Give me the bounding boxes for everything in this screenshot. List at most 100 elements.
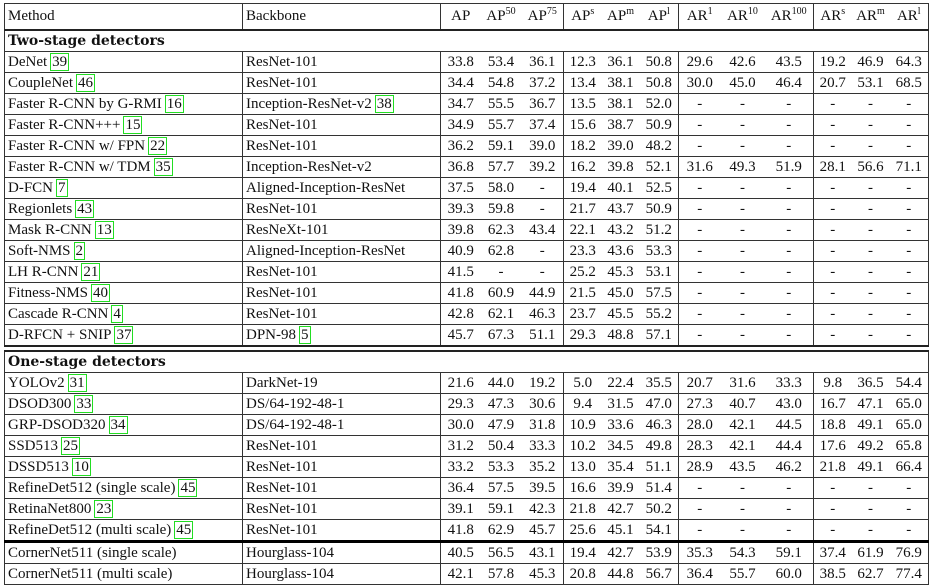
metric-value: 40.7 [720,393,765,415]
citation-link[interactable]: 39 [50,52,70,71]
citation-link[interactable]: 22 [148,136,168,155]
citation-link[interactable]: 15 [123,115,143,134]
metric-value: - [764,261,814,283]
metric-value: 36.7 [521,93,564,115]
metric-base: AR [770,8,792,24]
citation-link[interactable]: 21 [81,262,101,281]
metric-value: 46.3 [639,414,679,436]
metric-value: 57.7 [480,156,522,178]
metric-value: - [889,93,929,115]
column-header-backbone: Backbone [242,3,441,31]
metric-value: 45.7 [521,519,564,542]
metric-value: - [764,114,814,136]
citation-link[interactable]: 4 [111,304,123,323]
metric-value: 39.9 [601,477,640,499]
citation-link[interactable]: 13 [94,220,114,239]
metric-superscript: m [877,6,885,17]
table-row: DSOD300 33 DS/64-192-48-1 29.3 47.3 30.6 9.4 31… [4,393,929,415]
metric-value: 49.8 [639,435,679,457]
metric-value: - [813,282,852,304]
metric-value: - [678,477,721,499]
metric-value: - [813,219,852,241]
metric-value: - [720,177,765,199]
table-row: Faster R-CNN+++ 15 ResNet-101 34.9 55.7 37.4 1… [4,114,929,136]
metric-value: 45.5 [601,303,640,325]
metric-base: AR [686,8,708,24]
backbone-cell: Hourglass-104 [242,540,441,564]
metric-value: 29.3 [440,393,481,415]
citation-link[interactable]: 7 [56,178,68,197]
citation-link[interactable]: 37 [114,325,134,344]
metric-value: - [764,177,814,199]
backbone-name: ResNet-101 [246,305,318,322]
metric-value: 42.1 [720,435,765,457]
backbone-name: ResNet-101 [246,437,318,454]
metric-value: 44.0 [480,372,522,394]
table-body: Two-stage detectors DeNet 39 ResNet-101 33.8… [4,29,929,585]
method-name: RefineDet512 (multi scale) [8,521,172,538]
metric-value: 40.9 [440,240,481,262]
metric-value: 48.8 [601,324,640,347]
metric-superscript: 75 [546,6,557,17]
metric-value: - [889,114,929,136]
metric-value: - [889,240,929,262]
metric-value: 53.1 [639,261,679,283]
metric-value: 55.5 [480,93,522,115]
metric-value: 52.1 [639,156,679,178]
metric-value: 52.0 [639,93,679,115]
citation-link[interactable]: 35 [153,157,173,176]
metric-value: 55.7 [720,563,765,585]
citation-link[interactable]: 45 [178,478,198,497]
citation-link[interactable]: 34 [108,415,128,434]
method-name: LH R-CNN [8,263,79,280]
citation-link[interactable]: 2 [73,241,86,260]
citation-link[interactable]: 46 [76,73,95,92]
backbone-cell: ResNet-101 [242,519,441,542]
backbone-cell: Hourglass-104 [242,563,441,585]
backbone-name: ResNet-101 [246,458,318,475]
citation-link[interactable]: 38 [374,94,394,113]
metric-value: 39.8 [601,156,640,178]
citation-link[interactable]: 16 [164,94,184,113]
metric-value: 19.2 [813,51,852,73]
metric-value: - [851,324,890,347]
metric-value: 54.1 [639,519,679,542]
metric-value: 49.1 [851,414,890,436]
backbone-name: Hourglass-104 [246,565,335,582]
metric-value: 34.4 [440,72,481,94]
method-cell: LH R-CNN 21 [4,261,243,283]
metric-value: - [678,177,721,199]
metric-value: 37.4 [813,540,852,564]
table-row: RefineDet512 (single scale) 45 ResNet-101 3… [4,477,929,499]
metric-value: - [851,519,890,542]
section-title: Two-stage detectors [4,29,929,52]
citation-link[interactable]: 33 [74,394,94,413]
method-cell: Faster R-CNN by G-RMI 16 [4,93,243,115]
metric-superscript: l [917,6,921,17]
table-row: LH R-CNN 21 ResNet-101 41.5- -25.2 45.3 53.1- -… [4,261,929,283]
metric-value: - [480,261,522,283]
metric-value: 65.0 [889,414,929,436]
citation-link[interactable]: 45 [174,520,194,539]
citation-link[interactable]: 31 [67,373,87,392]
metric-value: - [678,519,721,542]
metric-value: 17.6 [813,435,852,457]
citation-link[interactable]: 10 [71,457,91,476]
metric-value: 60.9 [480,282,522,304]
metric-value: 57.5 [480,477,522,499]
metric-value: 55.2 [639,303,679,325]
metric-value: 50.9 [639,114,679,136]
metric-base: AR [820,8,842,24]
metric-value: - [764,240,814,262]
metric-value: 42.8 [440,303,481,325]
metric-value: 56.7 [639,563,679,585]
method-name: CornerNet511 (multi scale) [8,565,173,582]
citation-link[interactable]: 23 [94,499,114,518]
citation-link[interactable]: 25 [61,436,81,455]
citation-link[interactable]: 40 [91,283,111,302]
backbone-name: ResNeXt-101 [246,221,329,238]
citation-link[interactable]: 43 [75,199,95,218]
metric-value: 39.0 [601,135,640,157]
metric-value: - [889,303,929,325]
citation-link[interactable]: 5 [299,325,311,344]
